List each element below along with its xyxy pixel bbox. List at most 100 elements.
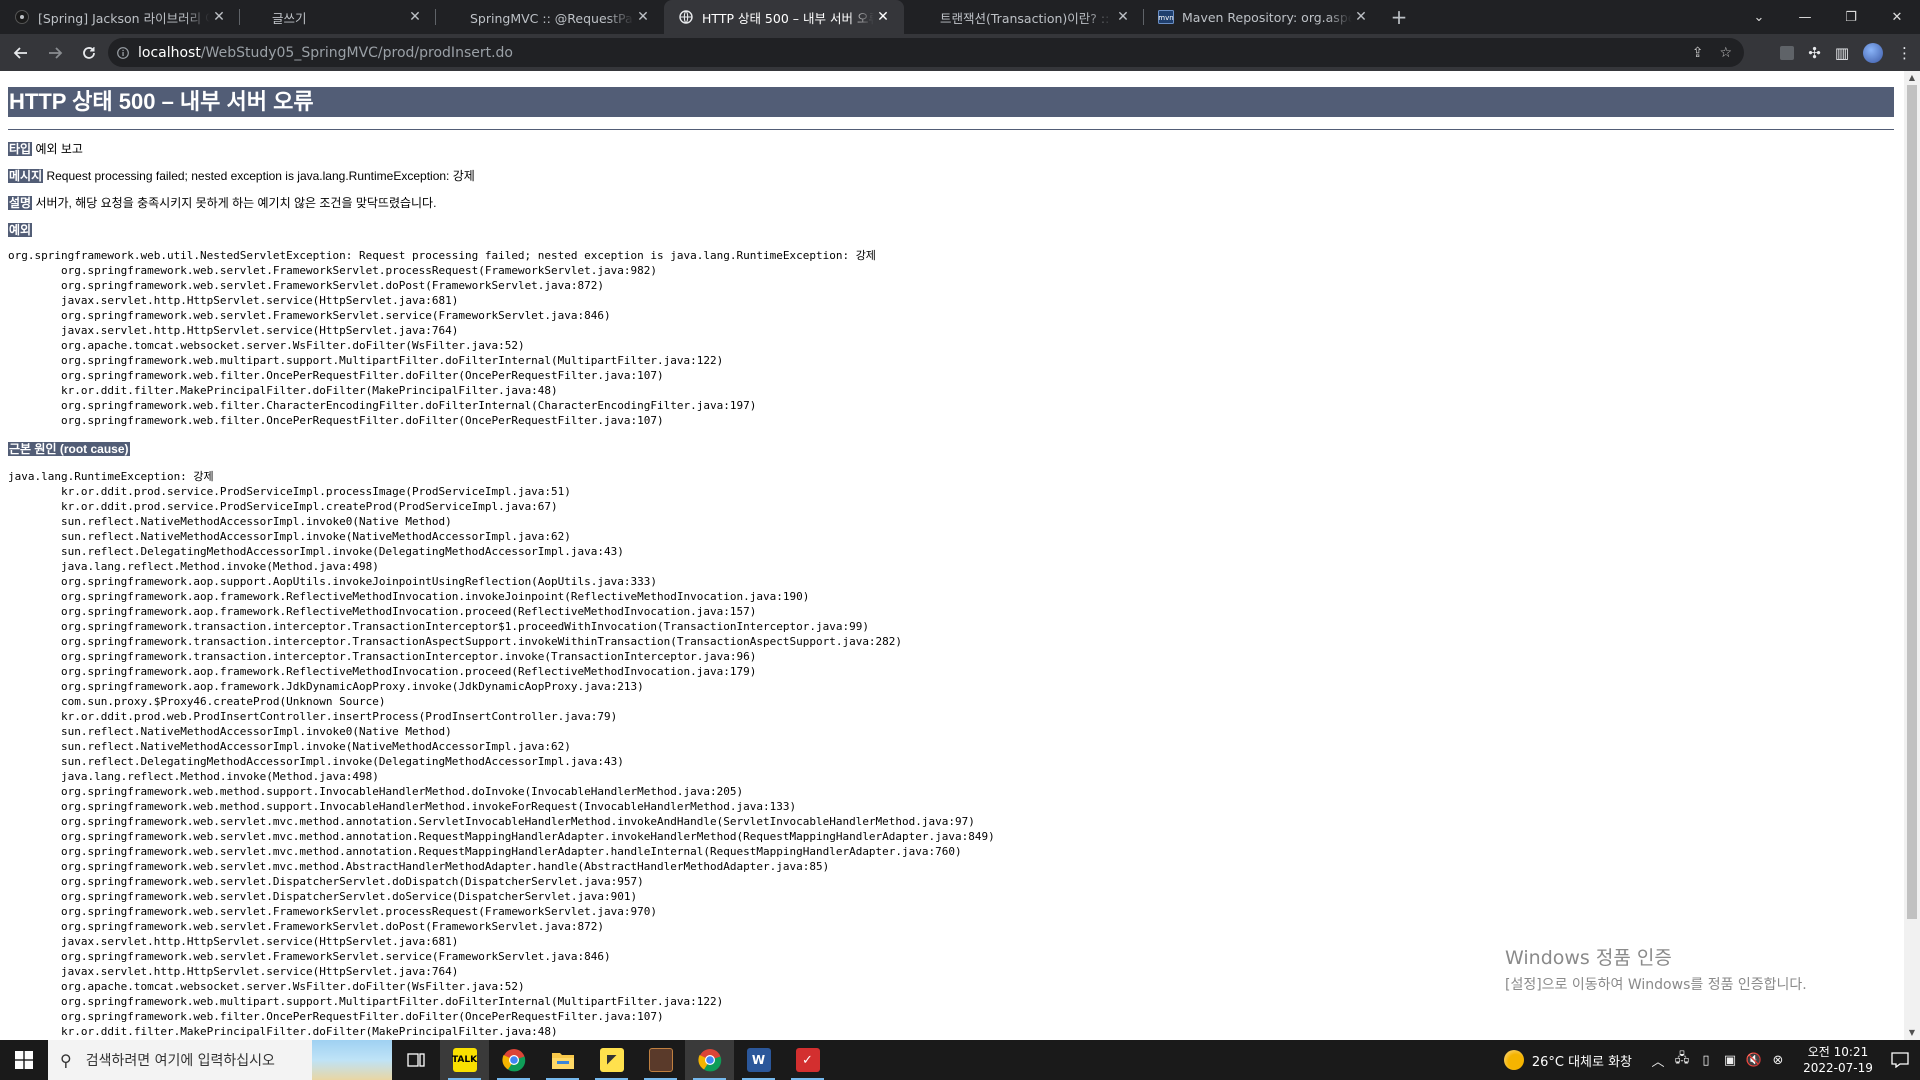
window-controls: ⌄ — ❐ ✕ bbox=[1736, 0, 1920, 34]
acrobat-icon[interactable]: ✓ bbox=[783, 1040, 832, 1080]
minimize-icon[interactable]: — bbox=[1782, 0, 1828, 34]
type-label: 타입 bbox=[8, 142, 33, 156]
search-placeholder: 검색하려면 여기에 입력하십시오 bbox=[85, 1053, 275, 1069]
close-icon[interactable]: ✕ bbox=[210, 9, 228, 25]
page-content: HTTP 상태 500 – 내부 서버 오류 타입 예외 보고 메시지 Requ… bbox=[0, 71, 1904, 1040]
close-icon[interactable]: ✕ bbox=[1114, 9, 1132, 25]
weather-widget[interactable]: 26°C 대체로 화창 bbox=[1503, 1050, 1632, 1070]
forward-button[interactable] bbox=[40, 38, 70, 68]
url-path: /WebStudy05_SpringMVC/prod/prodInsert.do bbox=[200, 44, 513, 61]
avatar[interactable] bbox=[1863, 42, 1883, 63]
omnibox-actions: ⇪ ☆ bbox=[1692, 38, 1732, 67]
tab-jackson[interactable]: [Spring] Jackson 라이브러리 이해 ✕ bbox=[0, 0, 240, 34]
tab-title: Maven Repository: org.aspectj » bbox=[1182, 9, 1352, 25]
address-bar[interactable]: localhost/WebStudy05_SpringMVC/prod/prod… bbox=[108, 38, 1744, 67]
scrollbar-thumb[interactable] bbox=[1907, 85, 1917, 919]
network-icon[interactable]: 🖧 bbox=[1670, 1049, 1694, 1071]
tab-search-icon[interactable]: ⌄ bbox=[1736, 0, 1782, 34]
chrome-active-icon[interactable] bbox=[685, 1040, 734, 1080]
message-label: 메시지 bbox=[8, 169, 44, 183]
tab-write[interactable]: 글쓰기 ✕ bbox=[240, 0, 436, 34]
page-title: HTTP 상태 500 – 내부 서버 오류 bbox=[8, 87, 1894, 117]
close-icon[interactable]: ✕ bbox=[634, 9, 652, 25]
tab-title: [Spring] Jackson 라이브러리 이해 bbox=[38, 10, 210, 26]
description-label: 설명 bbox=[8, 196, 33, 210]
close-icon[interactable]: ✕ bbox=[874, 9, 892, 25]
tab-transaction[interactable]: 트랜잭션(Transaction)이란? :: 개 ✕ bbox=[904, 0, 1144, 34]
type-line: 타입 예외 보고 bbox=[8, 141, 1904, 157]
globe-icon bbox=[678, 9, 694, 25]
tab-requestparam[interactable]: SpringMVC :: @RequestParam 종 ✕ bbox=[436, 0, 664, 34]
puzzle-icon[interactable]: ✣ bbox=[1808, 44, 1821, 62]
new-tab-button[interactable]: + bbox=[1382, 0, 1416, 34]
restore-icon[interactable]: ❐ bbox=[1828, 0, 1874, 34]
windows-logo-icon bbox=[15, 1051, 33, 1069]
menu-icon[interactable]: ⋮ bbox=[1897, 44, 1912, 62]
windows-taskbar: ⚲ 검색하려면 여기에 입력하십시오 TALK W ✓ 26°C 대체로 화창 … bbox=[0, 1040, 1920, 1080]
task-view-button[interactable] bbox=[392, 1040, 440, 1080]
close-icon[interactable]: ✕ bbox=[406, 9, 424, 25]
device-icon[interactable]: ▯ bbox=[1694, 1053, 1718, 1068]
scroll-down-icon[interactable]: ▼ bbox=[1904, 1026, 1920, 1040]
chevron-up-icon[interactable]: ︿ bbox=[1646, 1051, 1670, 1070]
tab-http500[interactable]: HTTP 상태 500 – 내부 서버 오류 ✕ bbox=[664, 0, 904, 34]
close-window-icon[interactable]: ✕ bbox=[1874, 0, 1920, 34]
search-icon: ⚲ bbox=[60, 1050, 72, 1070]
clock-date: 2022-07-19 bbox=[1803, 1061, 1873, 1075]
notification-icon[interactable] bbox=[1880, 1040, 1920, 1080]
tab-maven[interactable]: mvn Maven Repository: org.aspectj » ✕ bbox=[1144, 0, 1382, 34]
tab-title: 트랜잭션(Transaction)이란? :: 개 bbox=[940, 10, 1114, 26]
language-icon[interactable]: ⊗ bbox=[1766, 1053, 1790, 1068]
info-icon[interactable] bbox=[108, 46, 138, 59]
taskbar-search-box[interactable]: ⚲ 검색하려면 여기에 입력하십시오 bbox=[48, 1040, 392, 1080]
file-explorer-icon[interactable] bbox=[538, 1040, 587, 1080]
mvn-icon: mvn bbox=[1158, 9, 1174, 25]
exception-heading: 예외 bbox=[8, 222, 1904, 238]
bookmark-star-icon[interactable]: ☆ bbox=[1719, 45, 1732, 61]
clock[interactable]: 오전 10:21 2022-07-19 bbox=[1796, 1044, 1880, 1076]
tab-title: SpringMVC :: @RequestParam 종 bbox=[470, 10, 634, 26]
type-value: 예외 보고 bbox=[35, 142, 83, 156]
clock-time: 오전 10:21 bbox=[1807, 1045, 1869, 1059]
volume-muted-icon[interactable]: 🔇 bbox=[1742, 1053, 1766, 1068]
url-text[interactable]: localhost/WebStudy05_SpringMVC/prod/prod… bbox=[138, 45, 513, 61]
meet-icon[interactable]: ▣ bbox=[1718, 1053, 1742, 1068]
reload-button[interactable] bbox=[74, 38, 104, 68]
message-line: 메시지 Request processing failed; nested ex… bbox=[8, 168, 1904, 184]
divider bbox=[8, 129, 1894, 130]
windows-activation-watermark: Windows 정품 인증 [설정]으로 이동하여 Windows를 정품 인증… bbox=[1505, 943, 1807, 994]
description-line: 설명 서버가, 해당 요청을 충족시키지 못하게 하는 예기치 않은 조건을 맞… bbox=[8, 195, 1904, 211]
share-icon[interactable]: ⇪ bbox=[1692, 45, 1704, 61]
tab-bar: [Spring] Jackson 라이브러리 이해 ✕ 글쓰기 ✕ Spring… bbox=[0, 0, 1920, 34]
chrome-icon[interactable] bbox=[489, 1040, 538, 1080]
sticky-notes-icon[interactable] bbox=[587, 1040, 636, 1080]
watermark-subtitle: [설정]으로 이동하여 Windows를 정품 인증합니다. bbox=[1505, 977, 1807, 993]
system-tray: 26°C 대체로 화창 ︿ 🖧 ▯ ▣ 🔇 ⊗ 오전 10:21 2022-07… bbox=[1503, 1040, 1920, 1080]
search-highlight-illustration bbox=[312, 1040, 392, 1080]
page-scrollbar[interactable]: ▲ ▼ bbox=[1904, 71, 1920, 1040]
back-button[interactable] bbox=[6, 38, 36, 68]
tab-title: HTTP 상태 500 – 내부 서버 오류 bbox=[702, 10, 874, 26]
tab-title: 글쓰기 bbox=[272, 10, 307, 26]
sun-icon bbox=[1503, 1050, 1524, 1070]
root-cause-label: 근본 원인 (root cause) bbox=[8, 442, 130, 456]
root-cause-heading: 근본 원인 (root cause) bbox=[8, 441, 1904, 457]
scroll-up-icon[interactable]: ▲ bbox=[1904, 71, 1920, 85]
extension-icon[interactable] bbox=[1780, 45, 1795, 60]
message-value: Request processing failed; nested except… bbox=[46, 169, 475, 183]
url-host: localhost bbox=[138, 44, 201, 61]
start-button[interactable] bbox=[0, 1040, 48, 1080]
toolbar-extensions: ✣ ▥ ⋮ bbox=[1780, 34, 1912, 71]
kakaotalk-icon[interactable]: TALK bbox=[440, 1040, 489, 1080]
exception-label: 예외 bbox=[8, 223, 33, 237]
svg-text:mvn: mvn bbox=[1158, 14, 1173, 22]
close-icon[interactable]: ✕ bbox=[1352, 9, 1370, 25]
watermark-title: Windows 정품 인증 bbox=[1505, 947, 1672, 969]
side-panel-icon[interactable]: ▥ bbox=[1835, 44, 1849, 62]
weather-text: 26°C 대체로 화창 bbox=[1531, 1054, 1632, 1070]
browser-toolbar: localhost/WebStudy05_SpringMVC/prod/prod… bbox=[0, 34, 1920, 71]
word-icon[interactable]: W bbox=[734, 1040, 783, 1080]
game-icon[interactable] bbox=[636, 1040, 685, 1080]
exception-stack-trace: org.springframework.web.util.NestedServl… bbox=[8, 249, 876, 427]
description-value: 서버가, 해당 요청을 충족시키지 못하게 하는 예기치 않은 조건을 맞닥뜨렸… bbox=[35, 196, 437, 210]
